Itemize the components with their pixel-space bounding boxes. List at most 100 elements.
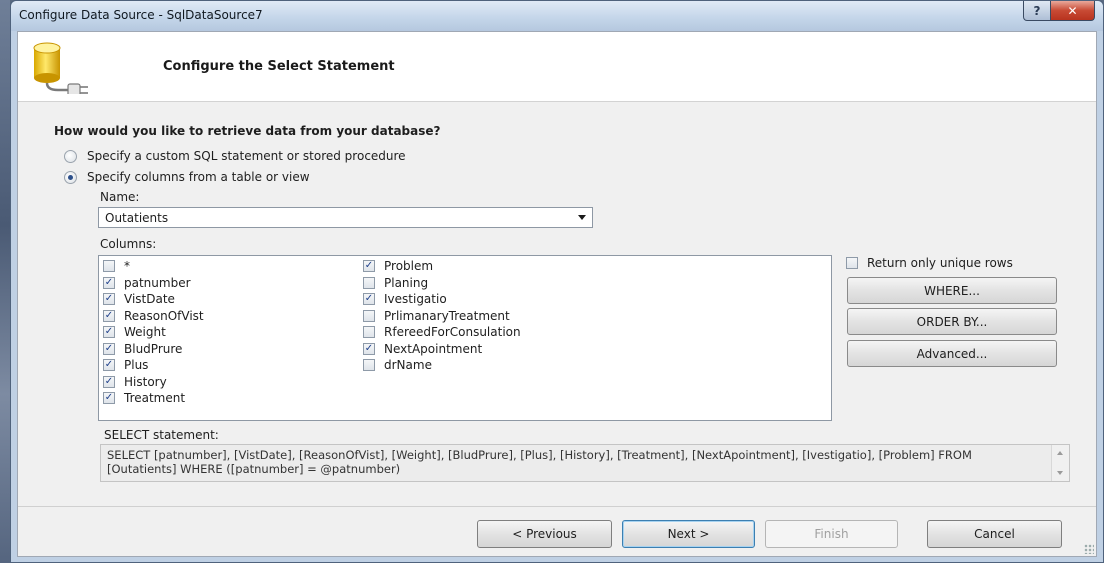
column-checkbox[interactable]: ✓ bbox=[103, 326, 115, 339]
title-bar[interactable]: Configure Data Source - SqlDataSource7 ?… bbox=[11, 1, 1103, 31]
column-name: Ivestigatio bbox=[384, 292, 447, 307]
column-checkbox[interactable]: ✓ bbox=[363, 293, 375, 306]
radio-label: Specify columns from a table or view bbox=[87, 170, 310, 184]
dialog-body: Configure the Select Statement How would… bbox=[17, 31, 1097, 557]
radio-table-columns[interactable]: Specify columns from a table or view bbox=[64, 170, 310, 184]
column-name: NextApointment bbox=[384, 341, 483, 356]
cancel-button[interactable]: Cancel bbox=[927, 520, 1062, 548]
column-name: ReasonOfVist bbox=[124, 308, 204, 323]
column-checkbox[interactable]: ✓ bbox=[103, 260, 115, 273]
page-title: Configure the Select Statement bbox=[163, 59, 395, 74]
column-item[interactable]: ✓ Weight bbox=[103, 324, 204, 341]
column-name: drName bbox=[384, 358, 432, 373]
scroll-down-icon[interactable] bbox=[1057, 471, 1063, 475]
resize-grip[interactable] bbox=[1084, 544, 1094, 554]
column-item[interactable]: ✓ Plus bbox=[103, 357, 204, 374]
column-checkbox[interactable]: ✓ bbox=[363, 276, 375, 289]
advanced-button[interactable]: Advanced... bbox=[847, 340, 1057, 367]
column-checkbox[interactable]: ✓ bbox=[103, 359, 115, 372]
column-name: Treatment bbox=[124, 391, 186, 406]
column-checkbox[interactable]: ✓ bbox=[103, 293, 115, 306]
column-item[interactable]: ✓ History bbox=[103, 374, 204, 391]
column-checkbox[interactable]: ✓ bbox=[103, 309, 115, 322]
order-by-button[interactable]: ORDER BY... bbox=[847, 308, 1057, 335]
radio-button[interactable] bbox=[64, 170, 77, 184]
column-item[interactable]: ✓ RfereedForConsulation bbox=[363, 324, 521, 341]
column-checkbox[interactable]: ✓ bbox=[103, 375, 115, 388]
column-item[interactable]: ✓ NextApointment bbox=[363, 341, 521, 358]
cancel-button-label: Cancel bbox=[974, 527, 1015, 541]
column-item[interactable]: ✓ VistDate bbox=[103, 291, 204, 308]
divider bbox=[18, 506, 1096, 507]
column-name: Problem bbox=[384, 259, 434, 274]
column-name: RfereedForConsulation bbox=[384, 325, 521, 340]
column-checkbox[interactable]: ✓ bbox=[363, 326, 375, 339]
database-connection-icon bbox=[33, 42, 88, 94]
column-name: BludPrure bbox=[124, 341, 183, 356]
column-checkbox[interactable]: ✓ bbox=[103, 392, 115, 405]
column-checkbox[interactable]: ✓ bbox=[363, 359, 375, 372]
radio-label: Specify a custom SQL statement or stored… bbox=[87, 149, 406, 163]
columns-right: ✓ Problem ✓ Planing ✓ Ivestigatio ✓ PrlimanaryT… bbox=[363, 258, 521, 374]
close-button[interactable]: ✕ bbox=[1050, 1, 1095, 21]
select-statement-text: SELECT [patnumber], [VistDate], [ReasonO… bbox=[107, 448, 972, 476]
column-item[interactable]: ✓ drName bbox=[363, 357, 521, 374]
column-name: Weight bbox=[124, 325, 166, 340]
configure-data-source-dialog: Configure Data Source - SqlDataSource7 ?… bbox=[10, 0, 1104, 563]
column-item[interactable]: ✓ ReasonOfVist bbox=[103, 308, 204, 325]
column-checkbox[interactable]: ✓ bbox=[103, 342, 115, 355]
scrollbar[interactable] bbox=[1051, 445, 1069, 481]
previous-button-label: < Previous bbox=[512, 527, 577, 541]
column-name: PrlimanaryTreatment bbox=[384, 308, 510, 323]
window-title: Configure Data Source - SqlDataSource7 bbox=[19, 8, 263, 22]
next-button[interactable]: Next > bbox=[622, 520, 755, 548]
dropdown-value: Outatients bbox=[105, 210, 169, 225]
select-statement-label: SELECT statement: bbox=[104, 428, 219, 442]
finish-button-label: Finish bbox=[814, 527, 849, 541]
column-name: History bbox=[124, 374, 167, 389]
column-name: Plus bbox=[124, 358, 149, 373]
select-statement-box[interactable]: SELECT [patnumber], [VistDate], [ReasonO… bbox=[100, 444, 1070, 482]
column-name: * bbox=[124, 259, 130, 274]
where-button-label: WHERE... bbox=[924, 283, 980, 298]
unique-rows-option[interactable]: ✓ Return only unique rows bbox=[846, 256, 1013, 270]
table-name-dropdown[interactable]: Outatients bbox=[98, 207, 593, 228]
where-button[interactable]: WHERE... bbox=[847, 277, 1057, 304]
column-item[interactable]: ✓* bbox=[103, 258, 204, 275]
column-name: patnumber bbox=[124, 275, 191, 290]
columns-label: Columns: bbox=[100, 237, 157, 251]
column-checkbox[interactable]: ✓ bbox=[103, 276, 115, 289]
column-name: Planing bbox=[384, 275, 429, 290]
column-item[interactable]: ✓ BludPrure bbox=[103, 341, 204, 358]
background-desktop-strip bbox=[0, 0, 10, 563]
column-checkbox[interactable]: ✓ bbox=[363, 309, 375, 322]
radio-button[interactable] bbox=[64, 149, 77, 163]
columns-list[interactable]: ✓*✓patnumber✓VistDate✓ReasonOfVist✓Weigh… bbox=[98, 255, 832, 421]
previous-button[interactable]: < Previous bbox=[477, 520, 612, 548]
help-button[interactable]: ? bbox=[1023, 1, 1051, 21]
unique-rows-label: Return only unique rows bbox=[867, 256, 1013, 270]
help-icon: ? bbox=[1033, 3, 1041, 18]
column-item[interactable]: ✓ patnumber bbox=[103, 275, 204, 292]
column-item[interactable]: ✓ Problem bbox=[363, 258, 521, 275]
retrieval-question: How would you like to retrieve data from… bbox=[54, 124, 441, 138]
wizard-header: Configure the Select Statement bbox=[18, 32, 1096, 102]
column-item[interactable]: ✓ Treatment bbox=[103, 390, 204, 407]
close-icon: ✕ bbox=[1067, 3, 1078, 18]
name-label: Name: bbox=[100, 190, 140, 204]
column-checkbox[interactable]: ✓ bbox=[363, 260, 375, 273]
columns-left: ✓*✓patnumber✓VistDate✓ReasonOfVist✓Weigh… bbox=[103, 258, 204, 407]
column-checkbox[interactable]: ✓ bbox=[363, 342, 375, 355]
advanced-button-label: Advanced... bbox=[916, 346, 988, 361]
column-item[interactable]: ✓ PrlimanaryTreatment bbox=[363, 308, 521, 325]
finish-button[interactable]: Finish bbox=[765, 520, 898, 548]
chevron-down-icon[interactable] bbox=[578, 215, 586, 220]
column-item[interactable]: ✓ Planing bbox=[363, 275, 521, 292]
column-item[interactable]: ✓ Ivestigatio bbox=[363, 291, 521, 308]
radio-custom-sql[interactable]: Specify a custom SQL statement or stored… bbox=[64, 149, 406, 163]
scroll-up-icon[interactable] bbox=[1057, 451, 1063, 455]
unique-rows-checkbox[interactable]: ✓ bbox=[846, 257, 858, 269]
column-name: VistDate bbox=[124, 292, 175, 307]
order-by-button-label: ORDER BY... bbox=[916, 314, 988, 329]
next-button-label: Next > bbox=[667, 527, 710, 541]
